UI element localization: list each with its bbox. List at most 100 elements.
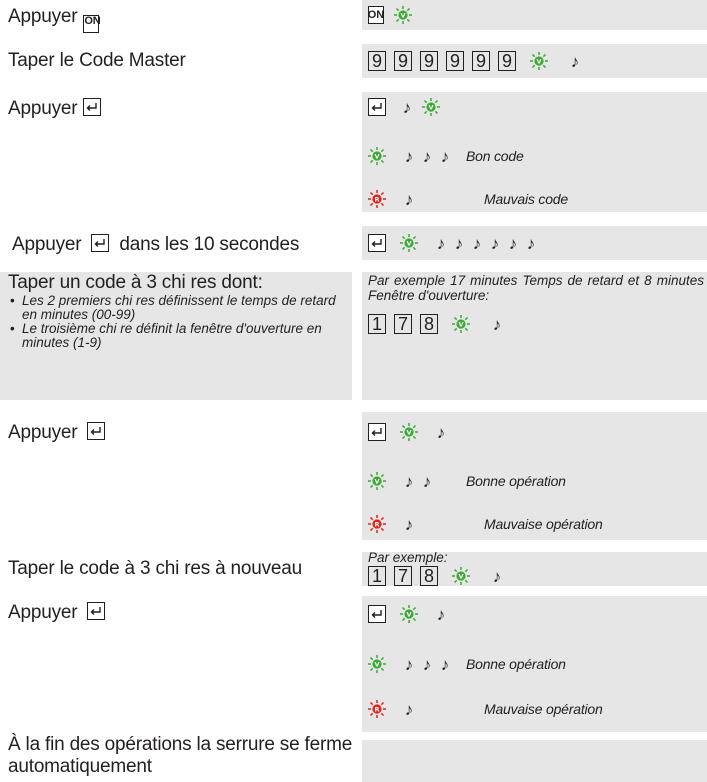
on-key-icon: ON xyxy=(368,6,384,24)
beep-note-icon: ♪ xyxy=(404,471,414,491)
enter-key-icon xyxy=(368,423,386,441)
beep-note-icon: ♪ xyxy=(436,233,446,253)
beep-note-icon: ♪ xyxy=(508,233,518,253)
beep-note-icon: ♪ xyxy=(440,654,450,674)
digit-box: 9 xyxy=(446,51,464,71)
green-led-icon: V xyxy=(368,472,386,490)
bonne-operation-label: Bonne opération xyxy=(466,656,566,672)
green-led-icon: V xyxy=(368,147,386,165)
green-led-icon: V xyxy=(400,234,418,252)
digit-box: 7 xyxy=(394,566,412,586)
enter-key-icon xyxy=(87,422,106,440)
digit-box: 7 xyxy=(394,314,412,334)
step5-title: Taper un code à 3 chi res dont: xyxy=(8,272,263,293)
digit-box: 9 xyxy=(498,51,516,71)
digit-box: 8 xyxy=(420,566,438,586)
red-led-icon: R xyxy=(368,700,386,718)
step8-label: Appuyer xyxy=(8,602,78,623)
on-key-icon: ON xyxy=(83,15,101,33)
beep-note-icon: ♪ xyxy=(490,233,500,253)
enter-key-icon xyxy=(87,602,106,620)
beep-note-icon: ♪ xyxy=(440,146,450,166)
beep-note-icon: ♪ xyxy=(436,604,446,624)
bon-code-row: V ♪ ♪ ♪ Bon code xyxy=(368,144,524,168)
green-led-icon: V xyxy=(368,655,386,673)
beep-note-icon: ♪ xyxy=(402,97,412,117)
bon-code-label: Bon code xyxy=(466,148,524,164)
bonne-operation-row-2: V ♪ ♪ ♪ Bonne opération xyxy=(368,652,566,676)
svg-text:V: V xyxy=(406,239,411,247)
step4-result: V ♪ ♪ ♪ ♪ ♪ ♪ xyxy=(368,231,540,255)
step8-result: V ♪ xyxy=(368,602,450,626)
green-led-icon: V xyxy=(452,315,470,333)
mauvais-code-label: Mauvais code xyxy=(484,191,568,207)
digit-box: 1 xyxy=(368,566,386,586)
mauvaise-operation-label: Mauvaise opération xyxy=(484,701,603,717)
step6-result: V ♪ xyxy=(368,420,450,444)
beep-note-icon: ♪ xyxy=(404,514,414,534)
mauvais-code-row: R ♪ Mauvais code xyxy=(368,187,568,211)
enter-key-icon xyxy=(368,605,386,623)
green-led-icon: V xyxy=(400,423,418,441)
step6-instruction: Appuyer xyxy=(8,422,111,444)
enter-key-icon xyxy=(368,234,386,252)
digit-box: 9 xyxy=(420,51,438,71)
beep-note-icon: ♪ xyxy=(454,233,464,253)
enter-key-icon xyxy=(91,234,110,252)
beep-note-icon: ♪ xyxy=(492,314,502,334)
green-led-icon: V xyxy=(452,567,470,585)
svg-text:V: V xyxy=(374,660,379,668)
beep-note-icon: ♪ xyxy=(472,233,482,253)
mauvaise-operation-row-2: R ♪ Mauvaise opération xyxy=(368,697,603,721)
step5-bullets: Les 2 premiers chi res définissent le te… xyxy=(8,294,343,350)
red-led-icon: R xyxy=(368,190,386,208)
step4-instruction: Appuyer dans les 10 secondes xyxy=(12,234,299,256)
green-led-icon: V xyxy=(530,52,548,70)
step5-bullet-2: Le troisième chi re définit la fenêtre d… xyxy=(8,322,343,350)
step2-result: 9 9 9 9 9 9 V ♪ xyxy=(368,49,584,73)
beep-note-icon: ♪ xyxy=(404,654,414,674)
example-text: Par exemple 17 minutes Temps de retard e… xyxy=(368,273,704,303)
step8-instruction: Appuyer xyxy=(8,602,111,624)
green-led-icon: V xyxy=(394,6,412,24)
svg-text:V: V xyxy=(458,320,463,328)
panel-step9 xyxy=(362,740,707,782)
step1-label: Appuyer xyxy=(8,6,78,27)
mauvaise-operation-row: R ♪ Mauvaise opération xyxy=(368,512,603,536)
step1-instruction: Appuyer ON xyxy=(8,6,105,33)
beep-note-icon: ♪ xyxy=(422,471,432,491)
svg-text:R: R xyxy=(374,520,379,528)
digit-box: 9 xyxy=(368,51,386,71)
enter-key-icon xyxy=(83,98,102,116)
digit-box: 8 xyxy=(420,314,438,334)
svg-text:V: V xyxy=(406,428,411,436)
green-led-icon: V xyxy=(422,98,440,116)
beep-note-icon: ♪ xyxy=(570,51,580,71)
digit-box: 1 xyxy=(368,314,386,334)
beep-note-icon: ♪ xyxy=(404,699,414,719)
step5-result: 1 7 8 V ♪ xyxy=(368,312,506,336)
svg-text:V: V xyxy=(536,57,541,65)
svg-text:V: V xyxy=(374,152,379,160)
step2-instruction: Taper le Code Master xyxy=(8,50,186,71)
beep-note-icon: ♪ xyxy=(404,146,414,166)
enter-key-icon xyxy=(368,98,386,116)
step3-result: ♪ V xyxy=(368,95,446,119)
svg-text:V: V xyxy=(428,103,433,111)
step1-result: ON V xyxy=(368,3,418,27)
digit-box: 9 xyxy=(472,51,490,71)
beep-note-icon: ♪ xyxy=(404,189,414,209)
red-led-icon: R xyxy=(368,515,386,533)
step3-instruction: Appuyer xyxy=(8,98,107,120)
mauvaise-operation-label: Mauvaise opération xyxy=(484,516,603,532)
bonne-operation-label: Bonne opération xyxy=(466,473,566,489)
beep-note-icon: ♪ xyxy=(526,233,536,253)
step7-instruction: Taper le code à 3 chi res à nouveau xyxy=(8,558,303,579)
svg-text:V: V xyxy=(400,11,405,19)
step9-instruction: À la fin des opérations la serrure se fe… xyxy=(8,734,353,777)
beep-note-icon: ♪ xyxy=(422,146,432,166)
green-led-icon: V xyxy=(400,605,418,623)
svg-text:V: V xyxy=(458,572,463,580)
svg-text:V: V xyxy=(406,610,411,618)
step4-label-b: dans les 10 secondes xyxy=(119,234,300,255)
